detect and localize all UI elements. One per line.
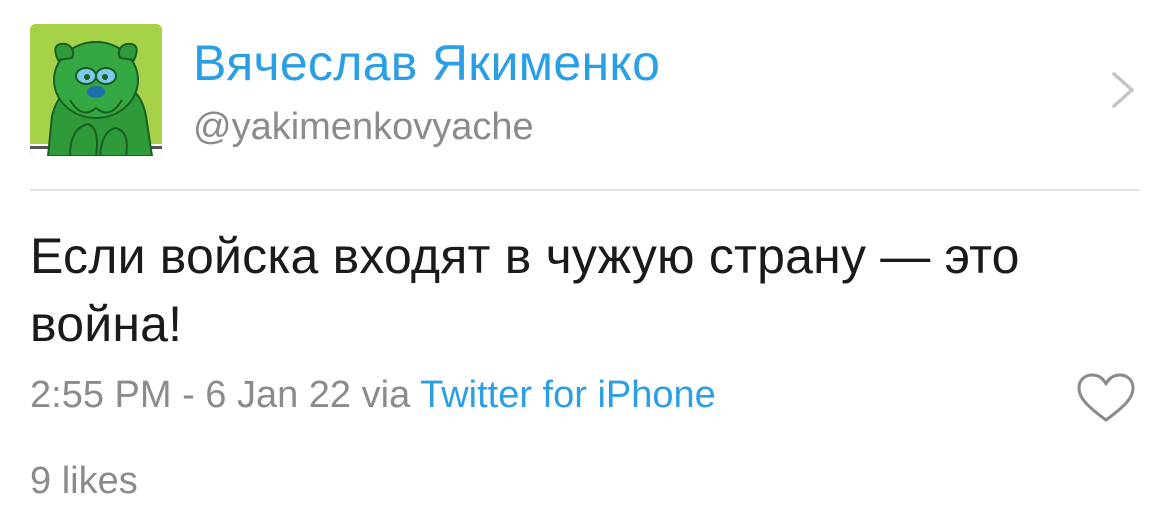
tweet-via-label: via — [361, 374, 411, 416]
author-header[interactable]: Вячеслав Якименко @yakimenkovyache — [0, 0, 1170, 190]
likes-count[interactable]: 9 likes — [30, 458, 138, 504]
author-display-name[interactable]: Вячеслав Якименко — [193, 34, 660, 92]
heart-icon[interactable] — [1075, 372, 1137, 424]
tweet-card: Вячеслав Якименко @yakimenkovyache Если … — [0, 0, 1170, 518]
avatar[interactable] — [30, 24, 162, 156]
tweet-timestamp: 2:55 PM - 6 Jan 22 — [30, 374, 352, 416]
chevron-right-icon[interactable] — [1108, 68, 1138, 112]
tweet-source-link[interactable]: Twitter for iPhone — [420, 374, 716, 416]
author-handle[interactable]: @yakimenkovyache — [193, 104, 534, 150]
tweet-text: Если войска входят в чужую страну — это … — [30, 228, 1020, 352]
header-divider — [30, 189, 1140, 191]
tweet-meta: 2:55 PM - 6 Jan 22 via Twitter for iPhon… — [30, 372, 716, 418]
green-bulldog-avatar-icon — [30, 24, 162, 156]
